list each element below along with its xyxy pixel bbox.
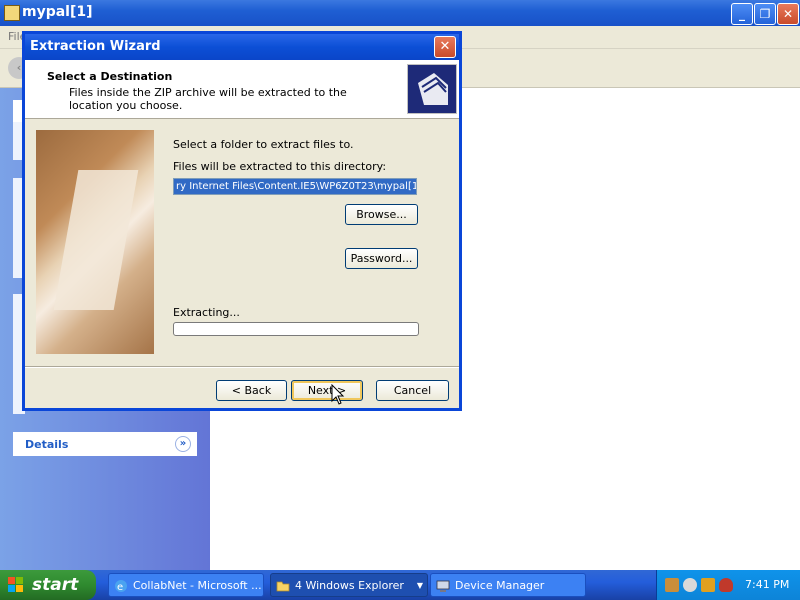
taskbar-item-label: CollabNet - Microsoft ... [133, 579, 262, 592]
extracting-label: Extracting... [173, 306, 240, 319]
dialog-close-button[interactable]: ✕ [434, 36, 456, 58]
group-dropdown-icon[interactable]: ▼ [417, 574, 423, 596]
cancel-button[interactable]: Cancel [376, 380, 449, 401]
wizard-step-title: Select a Destination [47, 70, 173, 83]
select-folder-label: Select a folder to extract files to. [173, 138, 354, 151]
explorer-titlebar: mypal[1] _ ❐ ✕ [0, 0, 800, 26]
minimize-button[interactable]: _ [731, 3, 753, 25]
wizard-side-image [36, 130, 154, 354]
start-label: start [32, 575, 79, 595]
tray-icon-user[interactable] [665, 578, 679, 592]
chevron-down-icon[interactable]: » [175, 436, 191, 452]
password-button[interactable]: Password... [345, 248, 418, 269]
taskbar: start e CollabNet - Microsoft ... 4 Wind… [0, 570, 800, 600]
wizard-header: Select a Destination Files inside the ZI… [25, 60, 459, 119]
taskbar-item-label: Device Manager [455, 579, 545, 592]
details-label: Details [25, 438, 69, 451]
browse-button[interactable]: Browse... [345, 204, 418, 225]
taskbar-item-windows-explorer[interactable]: 4 Windows Explorer ▼ [270, 573, 428, 597]
tray-icon-security[interactable] [701, 578, 715, 592]
directory-label: Files will be extracted to this director… [173, 160, 387, 173]
taskbar-item-device-manager[interactable]: Device Manager [430, 573, 586, 597]
system-tray: 7:41 PM [656, 570, 800, 600]
details-panel-header[interactable]: Details » [13, 432, 197, 456]
back-button[interactable]: < Back [216, 380, 287, 401]
next-button[interactable]: Next > [291, 380, 363, 401]
dialog-title: Extraction Wizard [30, 39, 161, 54]
directory-path-input[interactable]: ry Internet Files\Content.IE5\WP6Z0T23\m… [173, 178, 417, 195]
dialog-titlebar: Extraction Wizard ✕ [25, 34, 459, 60]
button-separator [25, 366, 459, 368]
restore-button[interactable]: ❐ [754, 3, 776, 25]
close-button[interactable]: ✕ [777, 3, 799, 25]
computer-icon [436, 580, 450, 592]
extraction-wizard-dialog: Extraction Wizard ✕ Select a Destination… [22, 31, 462, 411]
taskbar-item-collabnet[interactable]: e CollabNet - Microsoft ... [108, 573, 264, 597]
clock: 7:41 PM [745, 578, 790, 591]
taskbar-item-label: 4 Windows Explorer [295, 579, 404, 592]
ie-icon: e [115, 580, 127, 593]
start-button[interactable]: start [0, 570, 96, 600]
folders-icon [407, 64, 457, 114]
windows-flag-icon [8, 577, 23, 592]
window-title: mypal[1] [22, 4, 93, 20]
zip-folder-icon [4, 5, 20, 21]
paper-fold-decoration [53, 170, 139, 310]
mouse-pointer-icon [331, 384, 345, 405]
shield-icon[interactable] [719, 578, 733, 592]
wizard-step-subtitle: Files inside the ZIP archive will be ext… [69, 86, 347, 112]
folder-icon [276, 581, 290, 592]
svg-text:e: e [117, 582, 123, 593]
extraction-progress-bar [173, 322, 419, 336]
tray-icon-network[interactable] [683, 578, 697, 592]
